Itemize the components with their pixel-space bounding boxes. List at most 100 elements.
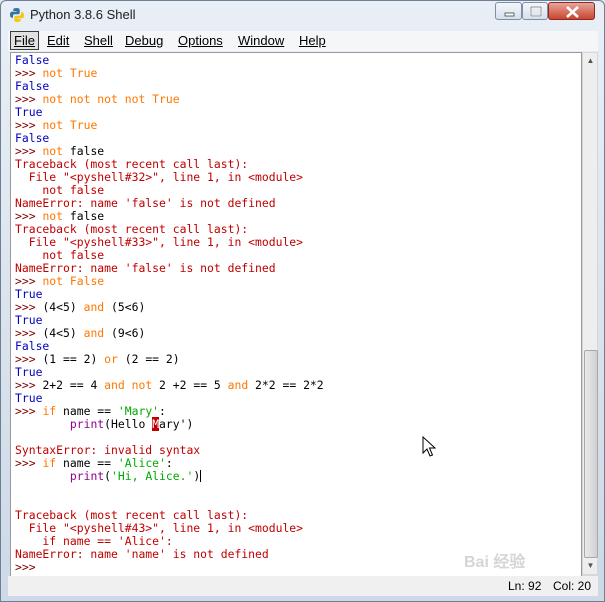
shell-line: False	[15, 131, 49, 145]
shell-token: 'Alice'	[117, 456, 166, 470]
watermark-logo: Bai 经验	[464, 554, 526, 571]
shell-token: if	[42, 404, 57, 418]
shell-token: name ==	[56, 404, 118, 418]
shell-token: (Hello	[104, 417, 153, 431]
shell-token: (5<6)	[104, 300, 146, 314]
shell-token: not	[42, 118, 64, 132]
shell-token: ary')	[159, 417, 194, 431]
menu-edit[interactable]: Edit	[44, 32, 72, 49]
shell-token: )	[193, 469, 201, 483]
menu-help[interactable]: Help	[296, 32, 329, 49]
shell-line: not false	[15, 183, 104, 197]
title-bar[interactable]: Python 3.8.6 Shell	[1, 1, 604, 29]
vertical-scrollbar[interactable]: ▲ ▼	[582, 52, 598, 575]
shell-token: >>>	[15, 352, 43, 366]
shell-token: >>>	[15, 378, 43, 392]
shell-line: True	[15, 365, 42, 379]
shell-token: not	[42, 274, 64, 288]
shell-token: Traceback (most recent call last):	[15, 157, 249, 171]
shell-line: SyntaxError: invalid syntax	[15, 443, 200, 457]
minimize-icon	[504, 12, 515, 17]
shell-token	[15, 469, 70, 483]
shell-token: 2*2 == 2*2	[248, 378, 324, 392]
shell-line: >>> (4<5) and (5<6)	[15, 300, 145, 314]
shell-token: (2 == 2)	[117, 352, 180, 366]
shell-token: :	[165, 456, 173, 470]
shell-line: True	[15, 105, 42, 119]
shell-token: True	[15, 287, 43, 301]
shell-line: True	[15, 391, 42, 405]
shell-line: File "<pyshell#33>", line 1, in <module>	[15, 235, 303, 249]
shell-token: NameError: name 'false' is not defined	[15, 196, 276, 210]
shell-token	[15, 417, 70, 431]
shell-token: True	[15, 105, 43, 119]
shell-token: Traceback (most recent call last):	[15, 508, 249, 522]
shell-line: File "<pyshell#32>", line 1, in <module>	[15, 170, 303, 184]
shell-line: Traceback (most recent call last):	[15, 157, 248, 171]
shell-line: NameError: name 'false' is not defined	[15, 261, 276, 275]
shell-token: True	[63, 66, 98, 80]
shell-token: and not	[104, 378, 153, 392]
shell-line: >>> not False	[15, 274, 104, 288]
python-icon	[10, 8, 24, 22]
shell-token: not	[42, 66, 64, 80]
shell-token: False	[63, 274, 105, 288]
close-button[interactable]	[548, 2, 595, 20]
shell-token: :	[159, 404, 166, 418]
shell-token: True	[15, 365, 43, 379]
scroll-down-arrow-icon[interactable]: ▼	[583, 558, 598, 574]
shell-token: (4<5)	[42, 326, 84, 340]
shell-line: >>>	[15, 560, 42, 574]
menu-file[interactable]: File	[10, 31, 39, 50]
shell-text-area[interactable]: False >>> not True False >>> not not not…	[10, 52, 582, 577]
shell-token: >>>	[15, 300, 43, 314]
shell-token: (9<6)	[104, 326, 146, 340]
maximize-button[interactable]	[522, 2, 548, 20]
shell-token: >>>	[15, 456, 43, 470]
shell-token: not	[42, 209, 64, 223]
shell-token: >>>	[15, 118, 43, 132]
text-caret	[200, 470, 202, 482]
shell-token: File "<pyshell#43>", line 1, in <module>	[15, 521, 304, 535]
shell-token: False	[15, 339, 50, 353]
menu-options[interactable]: Options	[175, 32, 226, 49]
shell-line: NameError: name 'false' is not defined	[15, 196, 276, 210]
shell-token: 2 +2 == 5	[152, 378, 228, 392]
shell-token: >>>	[15, 92, 43, 106]
shell-token: 'Hi, Alice.'	[111, 469, 194, 483]
shell-line: >>> if name == 'Alice':	[15, 456, 173, 470]
shell-token: >>>	[15, 404, 43, 418]
minimize-button[interactable]	[495, 2, 522, 20]
shell-token: >>>	[15, 560, 43, 574]
shell-line: True	[15, 313, 42, 327]
shell-token: True	[63, 118, 98, 132]
shell-line: print('Hi, Alice.')	[15, 469, 202, 483]
shell-token: not false	[15, 183, 105, 197]
shell-line: False	[15, 79, 49, 93]
shell-line: False	[15, 339, 49, 353]
shell-token: print	[69, 469, 105, 483]
scroll-up-arrow-icon[interactable]: ▲	[583, 53, 598, 69]
shell-line: >>> (4<5) and (9<6)	[15, 326, 145, 340]
shell-token: File "<pyshell#32>", line 1, in <module>	[15, 170, 304, 184]
menu-debug[interactable]: Debug	[122, 32, 166, 49]
shell-output[interactable]: False >>> not True False >>> not not not…	[11, 53, 581, 574]
menu-window[interactable]: Window	[235, 32, 287, 49]
shell-token: false	[63, 144, 105, 158]
shell-line: >>> not True	[15, 66, 97, 80]
shell-line: >>> 2+2 == 4 and not 2 +2 == 5 and 2*2 =…	[15, 378, 324, 392]
shell-token: 2+2 == 4	[42, 378, 105, 392]
shell-token: or	[104, 352, 118, 366]
shell-token: not	[42, 144, 64, 158]
menu-shell[interactable]: Shell	[81, 32, 116, 49]
window-title: Python 3.8.6 Shell	[30, 7, 136, 22]
shell-token: name ==	[56, 456, 118, 470]
shell-token: 'Mary'	[117, 404, 160, 418]
shell-line: not false	[15, 248, 104, 262]
shell-token: NameError: name 'name' is not defined	[15, 547, 269, 561]
shell-line: if name == 'Alice':	[15, 534, 172, 548]
shell-token: if	[42, 456, 57, 470]
shell-token: Traceback (most recent call last):	[15, 222, 249, 236]
scrollbar-thumb[interactable]	[584, 350, 598, 558]
shell-token: >>>	[15, 66, 43, 80]
